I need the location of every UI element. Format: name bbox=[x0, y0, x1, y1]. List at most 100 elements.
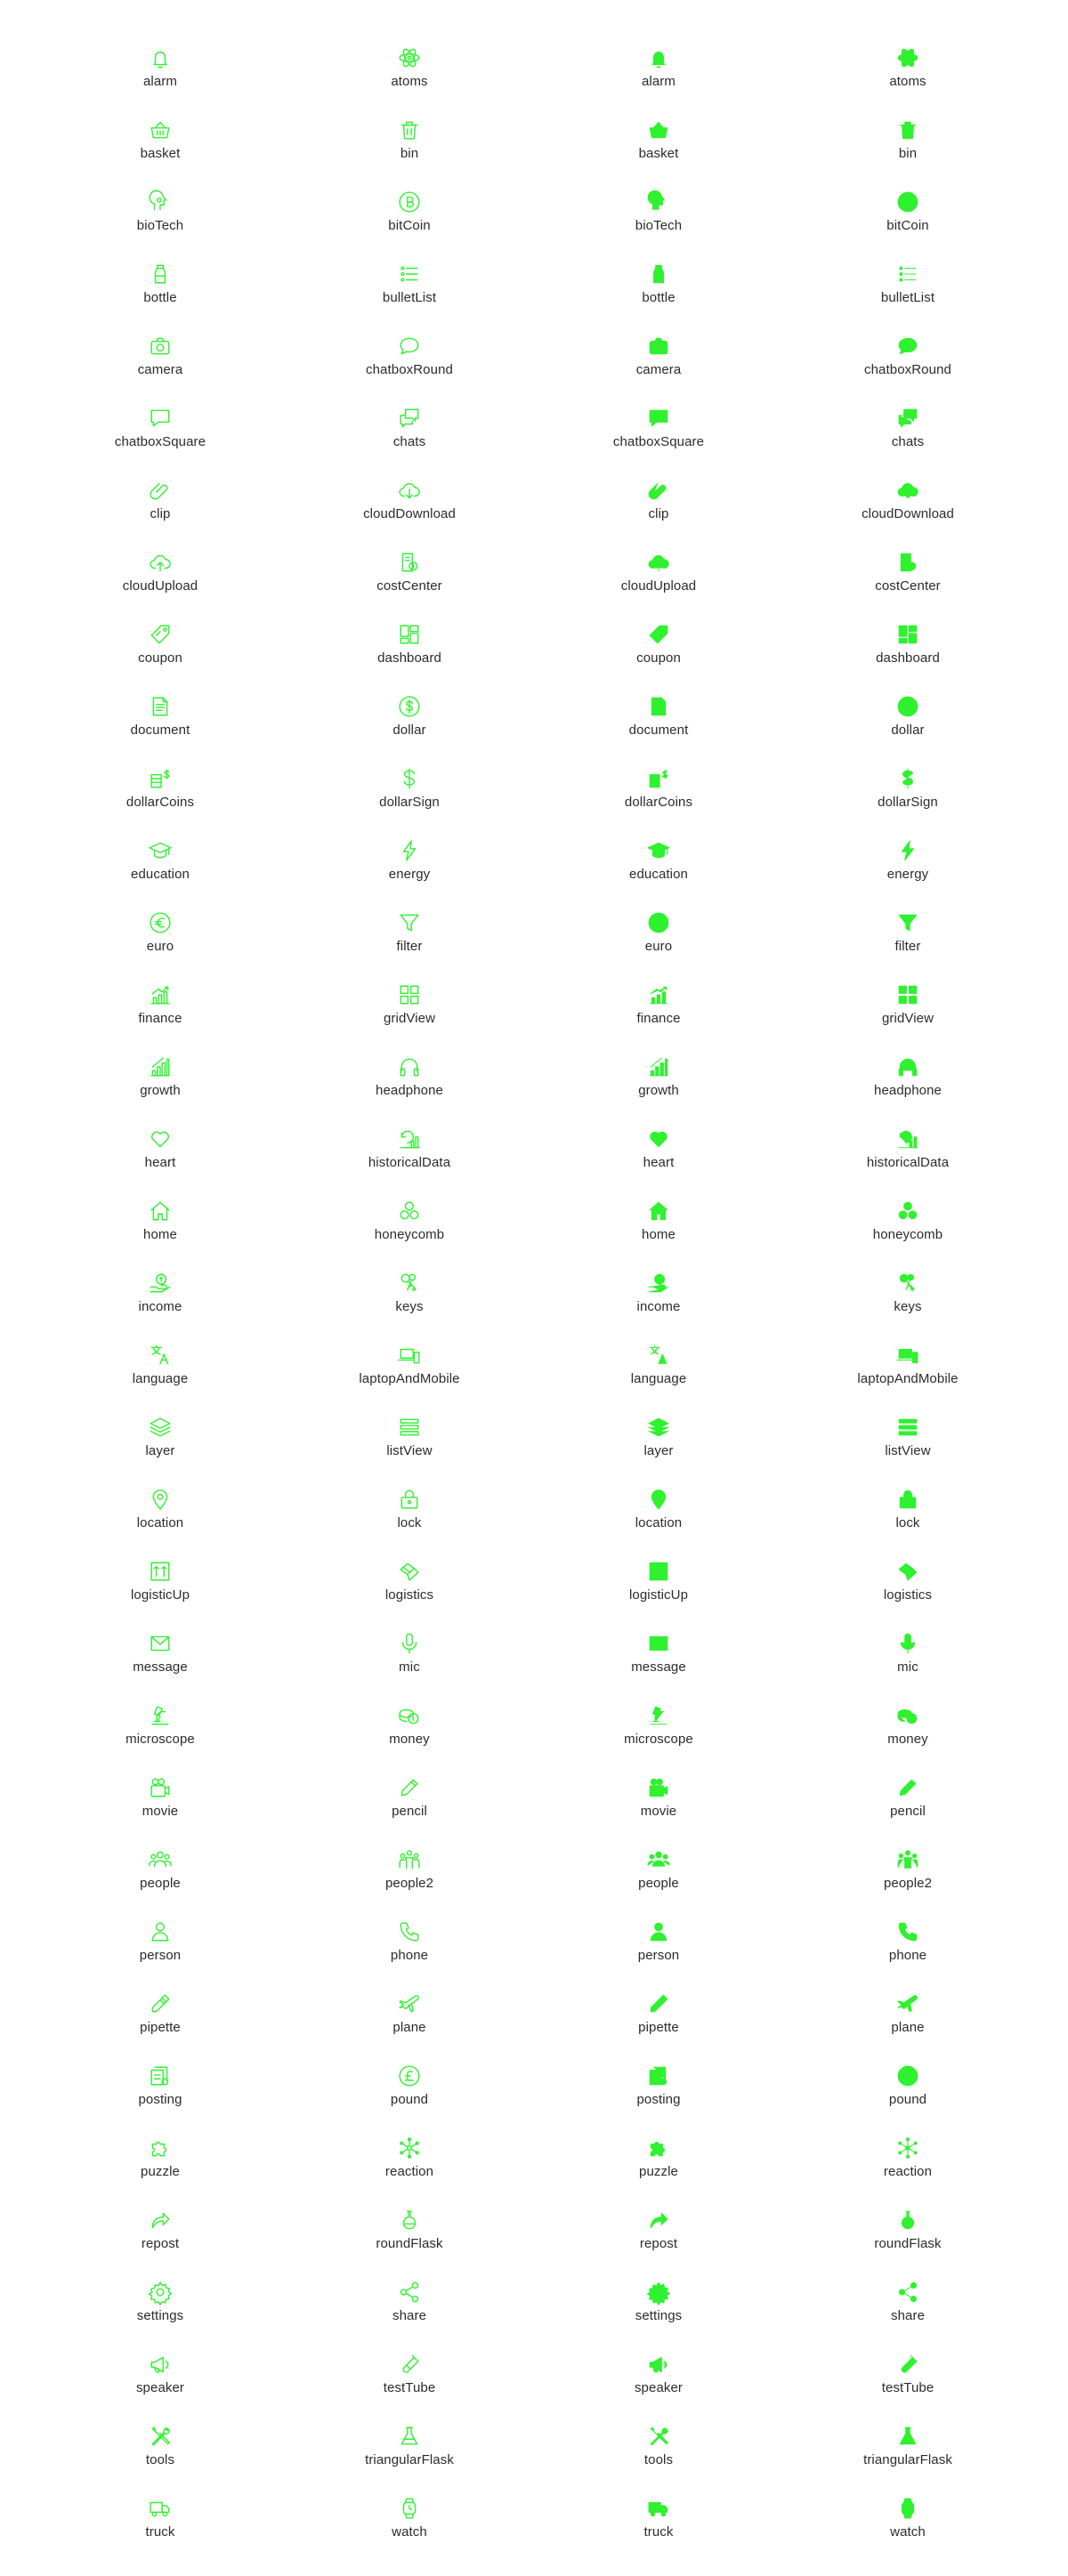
icon-label: clip bbox=[150, 506, 171, 521]
icon-tile-truck-outline: truck bbox=[71, 2497, 249, 2559]
icon-label: filter bbox=[894, 939, 921, 954]
person-icon bbox=[149, 1920, 172, 1943]
icon-tile-posting-outline: posting bbox=[71, 2064, 249, 2127]
icon-label: honeycomb bbox=[872, 1227, 943, 1242]
icon-tile-language-filled: language bbox=[570, 1344, 748, 1406]
camera-icon bbox=[647, 335, 670, 358]
icon-label: watch bbox=[890, 2524, 926, 2540]
icon-tile-filter-outline: filter bbox=[320, 911, 498, 973]
icon-tile-keys-filled: keys bbox=[819, 1272, 997, 1334]
icon-tile-tools-outline: tools bbox=[71, 2425, 249, 2487]
icon-label: costCenter bbox=[875, 578, 941, 594]
icon-tile-triangular-flask-outline: triangularFlask bbox=[320, 2425, 498, 2487]
icon-tile-pipette-filled: pipette bbox=[570, 1992, 748, 2055]
icon-label: truck bbox=[145, 2524, 175, 2540]
icon-label: language bbox=[630, 1371, 687, 1386]
pipette-icon bbox=[647, 1992, 670, 2015]
watch-icon bbox=[398, 2497, 421, 2520]
people-icon bbox=[647, 1848, 670, 1871]
icon-label: repost bbox=[141, 2236, 180, 2251]
icon-tile-message-outline: message bbox=[71, 1632, 249, 1694]
triangular-flask-icon bbox=[896, 2425, 919, 2448]
icon-grid: alarm atoms alarm atoms basket bin basket bin bi… bbox=[0, 0, 1068, 2576]
dollar-coins-icon bbox=[647, 767, 670, 790]
icon-tile-mic-filled: mic bbox=[819, 1632, 997, 1694]
icon-tile-pound-outline: pound bbox=[320, 2064, 498, 2127]
share-icon bbox=[398, 2281, 421, 2304]
icon-label: pound bbox=[390, 2092, 429, 2107]
icon-tile-posting-filled: posting bbox=[570, 2064, 748, 2127]
cloud-upload-icon bbox=[647, 551, 670, 574]
icon-tile-chats-outline: chats bbox=[320, 407, 498, 469]
movie-icon bbox=[149, 1776, 172, 1799]
icon-label: message bbox=[133, 1659, 188, 1675]
icon-label: dollarCoins bbox=[624, 795, 693, 810]
icon-label: growth bbox=[140, 1083, 181, 1098]
icon-label: pipette bbox=[140, 2020, 181, 2035]
chatbox-round-icon bbox=[896, 335, 919, 358]
icon-tile-pencil-filled: pencil bbox=[819, 1776, 997, 1838]
icon-label: mic bbox=[897, 1659, 918, 1675]
income-icon bbox=[647, 1272, 670, 1295]
repost-icon bbox=[149, 2209, 172, 2232]
layer-icon bbox=[149, 1416, 172, 1439]
icon-label: cloudDownload bbox=[363, 506, 456, 521]
layer-icon bbox=[647, 1416, 670, 1439]
icon-tile-tools-filled: tools bbox=[570, 2425, 748, 2487]
clip-icon bbox=[149, 479, 172, 502]
icon-tile-movie-filled: movie bbox=[570, 1776, 748, 1838]
people2-icon bbox=[398, 1848, 421, 1871]
settings-icon bbox=[647, 2281, 670, 2305]
icon-tile-people-outline: people bbox=[71, 1848, 249, 1910]
repost-icon bbox=[647, 2209, 670, 2232]
icon-label: bulletList bbox=[880, 290, 935, 305]
coupon-icon bbox=[149, 623, 172, 646]
icon-tile-alarm-outline: alarm bbox=[71, 46, 249, 109]
message-icon bbox=[647, 1632, 670, 1655]
icon-tile-microscope-outline: microscope bbox=[71, 1704, 249, 1766]
posting-icon bbox=[149, 2064, 172, 2087]
icon-label: message bbox=[631, 1659, 686, 1675]
historical-data-icon bbox=[896, 1127, 919, 1151]
icon-label: watch bbox=[392, 2524, 427, 2540]
icon-tile-atoms-outline: atoms bbox=[320, 46, 498, 109]
icon-tile-phone-filled: phone bbox=[819, 1920, 997, 1982]
icon-tile-money-outline: money bbox=[320, 1704, 498, 1766]
icon-label: dashboard bbox=[377, 650, 441, 666]
icon-label: growth bbox=[638, 1083, 679, 1098]
headphone-icon bbox=[398, 1055, 421, 1078]
icon-label: cloudDownload bbox=[862, 506, 954, 521]
tools-icon bbox=[647, 2425, 670, 2448]
icon-label: people2 bbox=[883, 1876, 933, 1891]
energy-icon bbox=[896, 839, 919, 862]
icon-tile-list-view-outline: listView bbox=[320, 1416, 498, 1478]
icon-tile-finance-filled: finance bbox=[570, 983, 748, 1046]
icon-label: dollarCoins bbox=[125, 795, 195, 810]
icon-label: keys bbox=[395, 1299, 424, 1314]
icon-label: cloudUpload bbox=[122, 578, 198, 594]
icon-label: triangularFlask bbox=[863, 2452, 952, 2467]
icon-tile-camera-outline: camera bbox=[71, 335, 249, 397]
icon-label: posting bbox=[138, 2092, 182, 2107]
clip-icon bbox=[647, 479, 670, 502]
people-icon bbox=[149, 1848, 172, 1871]
icon-tile-logistics-filled: logistics bbox=[819, 1560, 997, 1622]
tools-icon bbox=[149, 2425, 172, 2448]
pencil-icon bbox=[398, 1776, 421, 1799]
icon-label: coupon bbox=[636, 650, 681, 666]
icon-tile-basket-outline: basket bbox=[71, 118, 249, 181]
dollar-icon bbox=[896, 695, 919, 718]
icon-label: finance bbox=[636, 1011, 681, 1026]
icon-tile-plane-outline: plane bbox=[320, 1992, 498, 2055]
icon-tile-reaction-filled: reaction bbox=[819, 2136, 997, 2199]
icon-tile-movie-outline: movie bbox=[71, 1776, 249, 1838]
finance-icon bbox=[647, 983, 670, 1006]
icon-tile-language-outline: language bbox=[71, 1344, 249, 1406]
icon-tile-income-filled: income bbox=[570, 1272, 748, 1334]
icon-tile-dollar-coins-outline: dollarCoins bbox=[71, 767, 249, 829]
icon-label: location bbox=[635, 1515, 683, 1530]
icon-label: income bbox=[138, 1299, 182, 1314]
icon-tile-growth-outline: growth bbox=[71, 1055, 249, 1118]
chats-icon bbox=[398, 407, 421, 430]
icon-tile-person-filled: person bbox=[570, 1920, 748, 1982]
